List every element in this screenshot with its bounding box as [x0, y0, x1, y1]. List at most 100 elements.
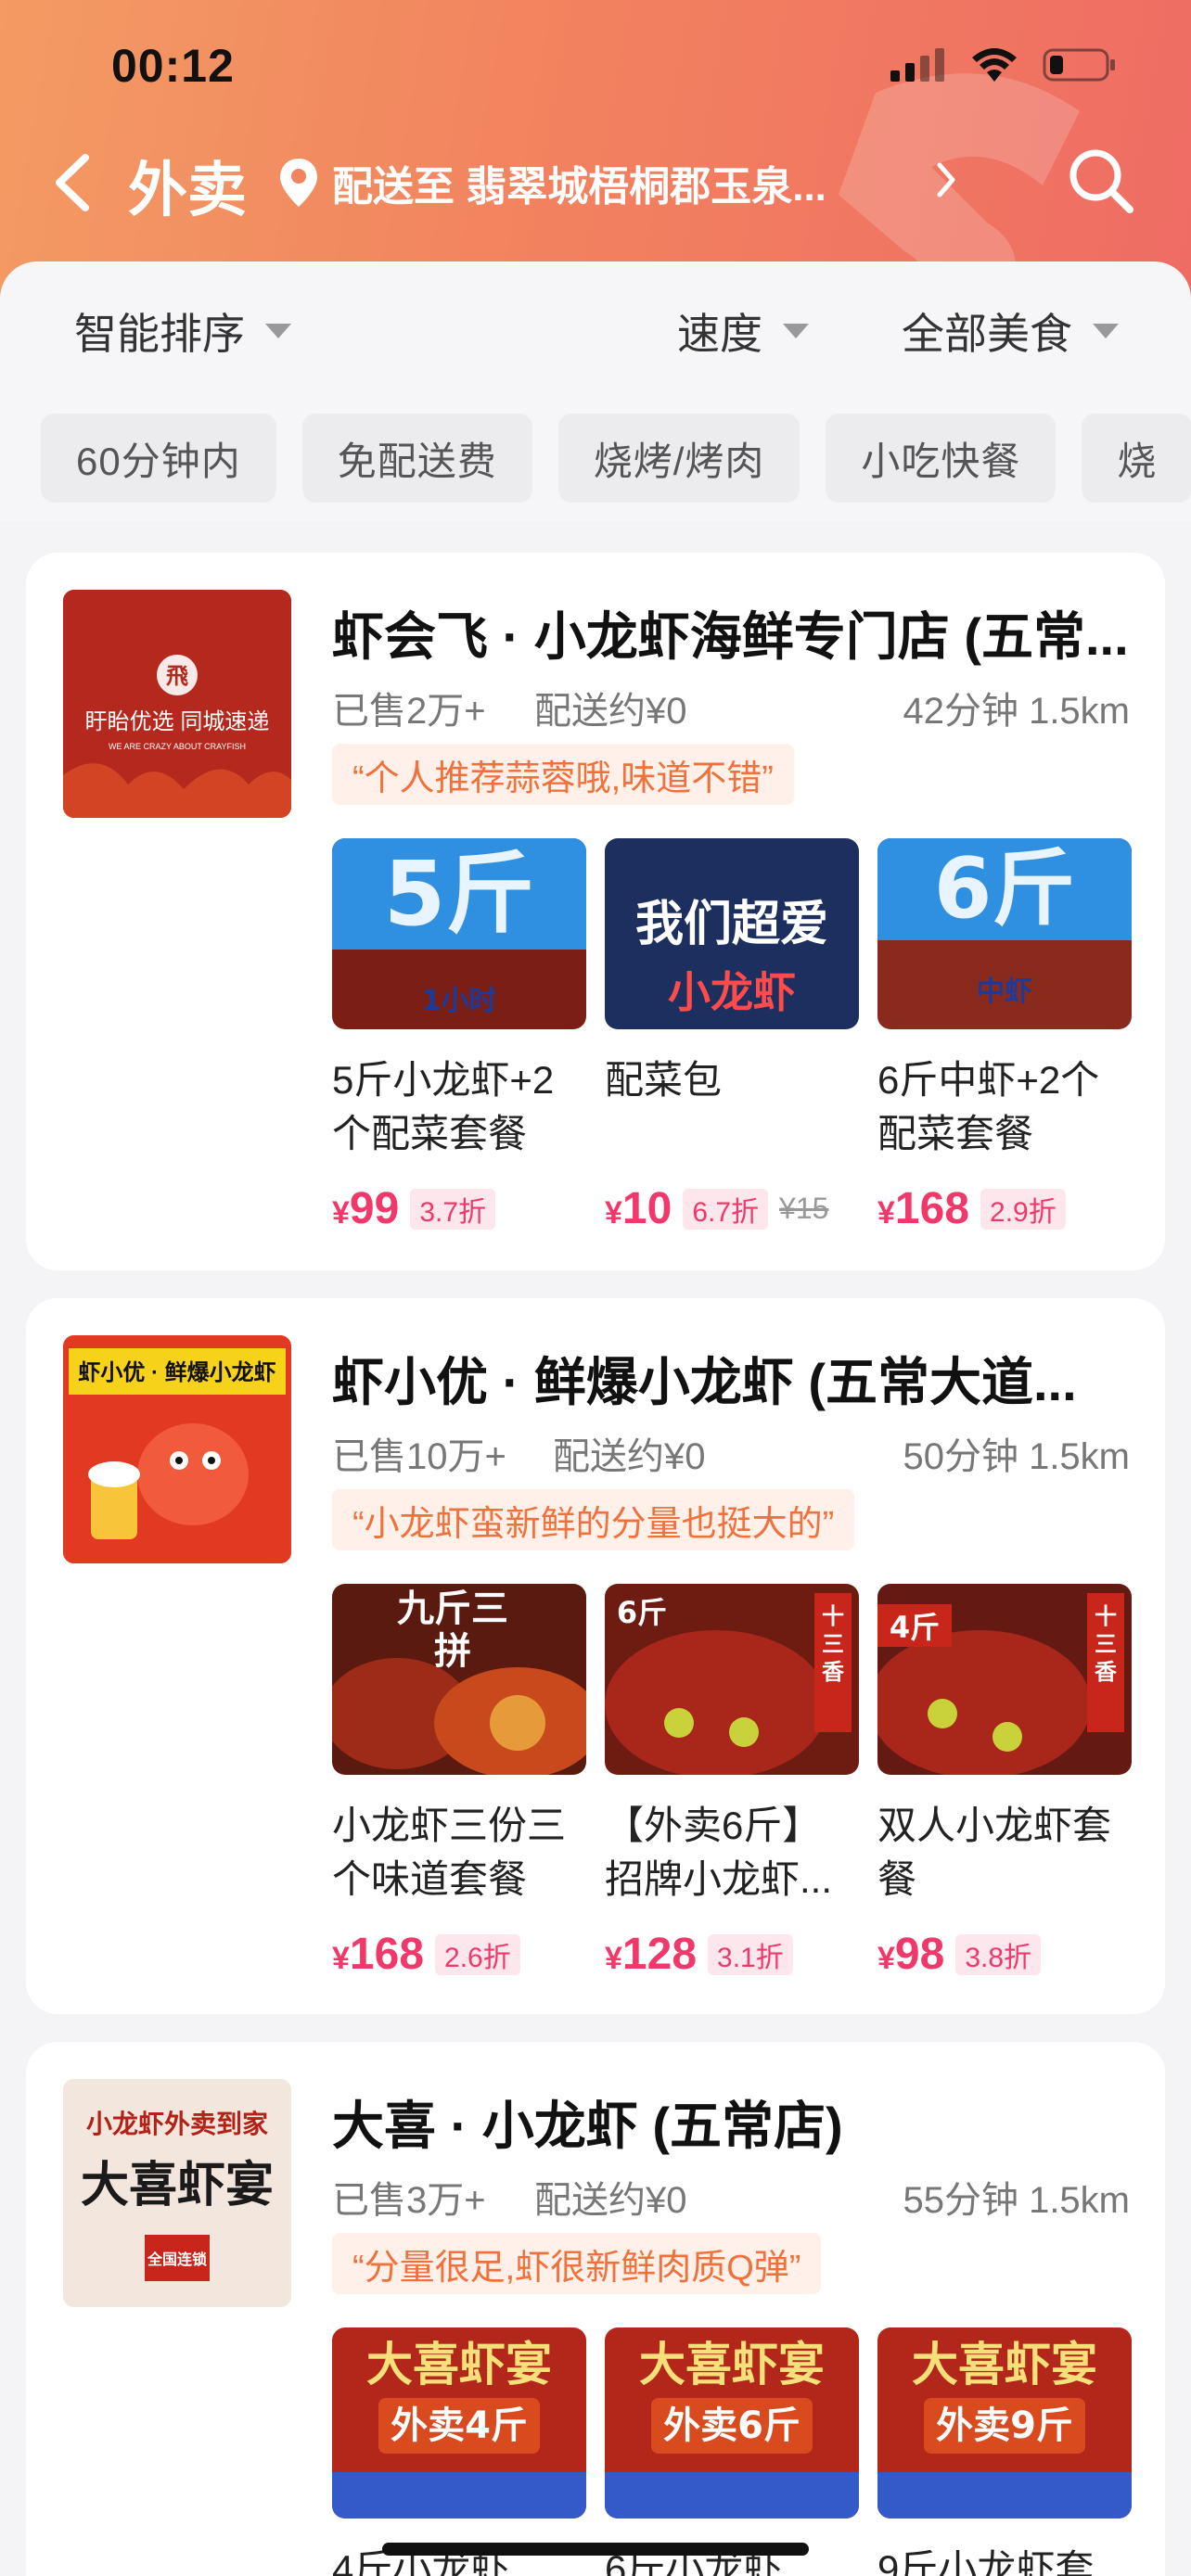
discount-badge: 2.9折 [980, 1188, 1066, 1230]
sort-label: 速度 [677, 310, 762, 358]
wifi-icon [972, 48, 1017, 82]
price: ¥168 [332, 1929, 424, 1980]
product-item[interactable]: 九斤三拼 小龙虾三份三个味道套餐 ¥168 2.6折 [332, 1584, 586, 1980]
product-image-sublabel: 十三香 [822, 1603, 844, 1685]
discount-badge: 2.6折 [435, 1933, 520, 1975]
product-item[interactable]: 大喜虾宴 外卖6斤 6斤小龙虾... [605, 2327, 859, 2576]
chip-within-60min[interactable]: 60分钟内 [41, 414, 276, 503]
price: ¥99 [332, 1183, 399, 1234]
shop-name[interactable]: 虾会飞 · 小龙虾海鲜专门店 (五常... [332, 595, 1130, 670]
shop-card[interactable]: 飛 盱眙优选 同城速递 WE ARE CRAZY ABOUT CRAYFISH … [26, 553, 1165, 1270]
product-image-sublabel: 小龙虾 [668, 967, 796, 1017]
search-icon[interactable] [1065, 145, 1135, 215]
review-quote: “个人推荐蒜蓉哦,味道不错” [332, 744, 794, 805]
product-image: 5斤 1小时 [332, 838, 586, 1029]
sort-smart[interactable]: 智能排序 [74, 300, 291, 362]
dropdown-triangle-icon [265, 324, 291, 338]
header: 00:12 外卖 配送至 翡翠城梧桐郡玉泉... [0, 0, 1191, 306]
sort-row: 智能排序 速度 全部美食 [0, 300, 1191, 375]
price: ¥98 [877, 1929, 944, 1980]
product-name: 9斤小龙虾套... [877, 2547, 1127, 2576]
sort-speed[interactable]: 速度 [677, 300, 809, 362]
home-indicator[interactable] [382, 2543, 809, 2556]
price-row: ¥168 2.9折 [877, 1183, 1132, 1234]
product-image-label: 6斤 [616, 1595, 668, 1630]
product-image: 6斤 中虾 [877, 838, 1132, 1029]
product-image: 大喜虾宴 外卖9斤 [877, 2327, 1132, 2519]
sort-label: 全部美食 [902, 310, 1072, 358]
product-item[interactable]: 6斤 十三香 【外卖6斤】招牌小龙虾... ¥128 3.1折 [605, 1584, 859, 1980]
product-name: 双人小龙虾套餐 [877, 1804, 1112, 1901]
delivery-fee: 配送约¥0 [553, 1436, 706, 1477]
chip-snacks[interactable]: 小吃快餐 [826, 414, 1057, 503]
status-time: 00:12 [111, 40, 235, 92]
product-image-sublabel: 大喜虾宴 [639, 2338, 825, 2391]
product-image-label: 外卖6斤 [651, 2398, 813, 2454]
image-banner [605, 2472, 859, 2519]
product-item[interactable]: 大喜虾宴 外卖4斤 4斤小龙虾... [332, 2327, 586, 2576]
shop-logo: 飛 盱眙优选 同城速递 WE ARE CRAZY ABOUT CRAYFISH [63, 590, 291, 818]
price: ¥10 [605, 1183, 672, 1234]
product-image-label: 九斤三拼 [397, 1588, 508, 1673]
location-pin-icon [280, 159, 317, 207]
delivery-location[interactable]: 配送至 翡翠城梧桐郡玉泉... [278, 150, 826, 215]
logo-slogan: 虾小优 · 鲜爆小龙虾 [78, 1359, 275, 1385]
sold-count: 已售3万+ [332, 2180, 486, 2221]
chip-free-delivery[interactable]: 免配送费 [301, 414, 532, 503]
shop-card[interactable]: 虾小优 · 鲜爆小龙虾 虾小优 · 鲜爆小龙虾 (五常大道... 已售10万+ … [26, 1298, 1165, 2014]
currency-symbol: ¥ [332, 1195, 350, 1231]
product-image-label: 外卖9斤 [924, 2398, 1085, 2454]
price-value: 10 [621, 1184, 672, 1233]
product-item[interactable]: 大喜虾宴 外卖9斤 9斤小龙虾套... [877, 2327, 1132, 2576]
shop-logo-image: 虾小优 · 鲜爆小龙虾 [63, 1335, 291, 1563]
product-image-sublabel: 大喜虾宴 [912, 2338, 1097, 2391]
shop-logo: 小龙虾外卖到家 大喜虾宴 全国连锁 [63, 2079, 291, 2307]
quick-filter-chips: 60分钟内 免配送费 烧烤/烤肉 小吃快餐 烧 [41, 414, 1191, 503]
product-name: 【外卖6斤】招牌小龙虾... [605, 1804, 833, 1901]
shop-logo-image: 飛 盱眙优选 同城速递 WE ARE CRAZY ABOUT CRAYFISH [63, 590, 291, 818]
discount-badge: 3.1折 [708, 1933, 793, 1975]
image-banner [877, 2472, 1132, 2519]
product-image: 4斤 十三香 [877, 1584, 1132, 1775]
nav-bar: 外卖 配送至 翡翠城梧桐郡玉泉... [0, 130, 1191, 232]
shop-meta: 已售10万+ 配送约¥0 50分钟 1.5km [332, 1426, 1130, 1478]
discount-badge: 3.7折 [410, 1188, 496, 1230]
price-value: 98 [894, 1930, 945, 1979]
review-quote: “小龙虾蛮新鲜的分量也挺大的” [332, 1489, 855, 1550]
product-item[interactable]: 4斤 十三香 双人小龙虾套餐 ¥98 3.8折 [877, 1584, 1132, 1980]
shop-name[interactable]: 大喜 · 小龙虾 (五常店) [332, 2085, 1130, 2160]
discount-badge: 6.7折 [683, 1188, 769, 1230]
delivery-time-distance: 50分钟 1.5km [903, 1436, 1130, 1477]
review-quote: “分量很足,虾很新鲜肉质Q弹” [332, 2233, 822, 2294]
product-item[interactable]: 5斤 1小时 5斤小龙虾+2个配菜套餐 ¥99 3.7折 [332, 838, 586, 1234]
logo-slogan: 盱眙优选 同城速递 [85, 709, 270, 734]
delivery-fee: 配送约¥0 [534, 2180, 687, 2221]
chip-bbq[interactable]: 烧烤/烤肉 [557, 414, 800, 503]
product-name: 6斤中虾+2个配菜套餐 [877, 1058, 1100, 1155]
sort-category[interactable]: 全部美食 [902, 300, 1119, 362]
product-item[interactable]: 我们超爱 小龙虾 配菜包 ¥10 6.7折 ¥15 [605, 838, 859, 1234]
delivery-time-distance: 42分钟 1.5km [903, 691, 1130, 732]
shop-logo: 虾小优 · 鲜爆小龙虾 [63, 1335, 291, 1563]
shop-meta: 已售3万+ 配送约¥0 55分钟 1.5km [332, 2170, 1130, 2222]
logo-slogan: 小龙虾外卖到家 [86, 2109, 268, 2138]
shop-card[interactable]: 小龙虾外卖到家 大喜虾宴 全国连锁 大喜 · 小龙虾 (五常店) 已售3万+ 配… [26, 2042, 1165, 2576]
chevron-right-icon[interactable] [932, 158, 960, 202]
price-value: 168 [894, 1184, 970, 1233]
price-row: ¥98 3.8折 [877, 1929, 1132, 1980]
product-image-sublabel: 十三香 [1095, 1603, 1117, 1685]
product-item[interactable]: 6斤 中虾 6斤中虾+2个配菜套餐 ¥168 2.9折 [877, 838, 1132, 1234]
product-image-label: 我们超爱 [634, 897, 828, 952]
dropdown-triangle-icon [1093, 324, 1119, 338]
product-image: 大喜虾宴 外卖6斤 [605, 2327, 859, 2519]
image-banner [332, 2472, 586, 2519]
chip-partial[interactable]: 烧 [1082, 414, 1191, 503]
product-image-sublabel: 中虾 [977, 976, 1032, 1008]
product-image: 大喜虾宴 外卖4斤 [332, 2327, 586, 2519]
product-name: 5斤小龙虾+2个配菜套餐 [332, 1058, 555, 1155]
delivery-fee: 配送约¥0 [534, 691, 687, 732]
back-arrow-icon[interactable] [45, 150, 100, 215]
product-name: 配菜包 [605, 1058, 723, 1102]
sold-count: 已售10万+ [332, 1436, 506, 1477]
shop-name[interactable]: 虾小优 · 鲜爆小龙虾 (五常大道... [332, 1341, 1130, 1416]
